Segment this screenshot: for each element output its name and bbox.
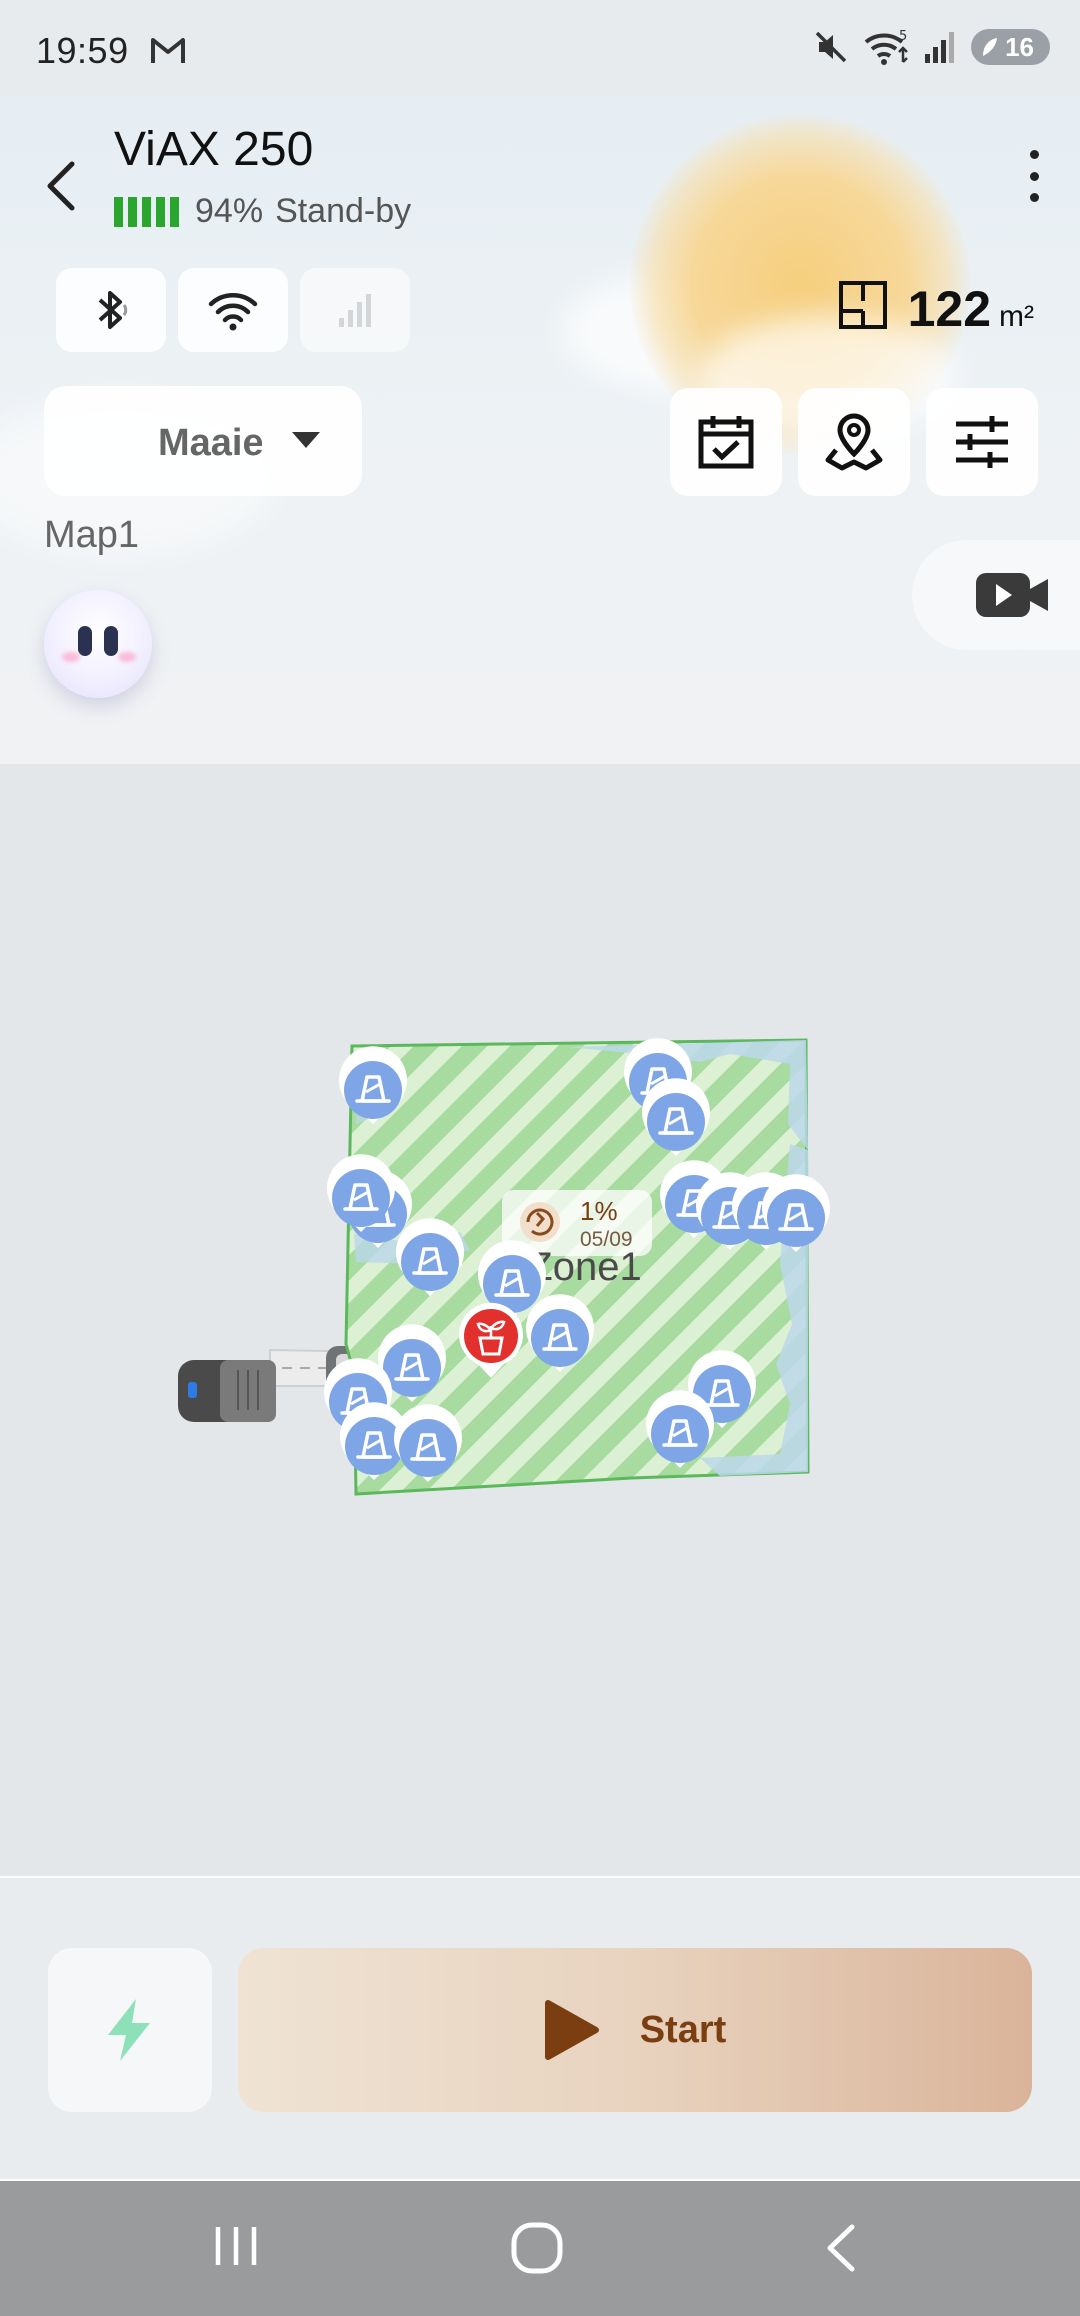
more-menu-icon[interactable] <box>1026 150 1042 202</box>
settings-button[interactable] <box>926 388 1038 496</box>
battery-bars-icon <box>114 196 179 227</box>
device-header: ViAX 250 94% Stand-by 122 m² Maaie Map1 <box>0 96 1080 764</box>
status-icons: 5 16 <box>813 28 1050 66</box>
cellular-signal-icon <box>339 294 371 327</box>
status-bar: 19:59 5 16 <box>0 0 1080 96</box>
zone-name: Zone1 <box>528 1245 641 1289</box>
control-panel: Start <box>0 1876 1080 2181</box>
gmail-icon <box>150 36 186 71</box>
mode-dropdown[interactable]: Maaie <box>44 386 362 496</box>
map-edit-button[interactable] <box>798 388 910 496</box>
map-pin-icon <box>825 413 883 471</box>
area-value: 122 <box>907 281 992 337</box>
lightning-icon <box>108 1999 150 2061</box>
mute-icon <box>815 31 847 63</box>
battery-row: 94% Stand-by <box>114 192 411 231</box>
status-time: 19:59 <box>36 30 129 71</box>
bluetooth-icon <box>98 291 128 329</box>
back-button[interactable] <box>36 146 92 222</box>
recent-apps-button[interactable] <box>212 2221 260 2276</box>
play-icon <box>544 2000 599 2060</box>
map-name: Map1 <box>44 514 140 556</box>
assistant-avatar[interactable] <box>44 590 152 698</box>
mowing-area: 122 m² <box>838 280 1034 338</box>
system-back-button[interactable] <box>818 2221 862 2280</box>
map-canvas[interactable]: 1% 05/09 Zone1 <box>0 764 1080 1876</box>
battery-icon: 16 <box>971 29 1050 65</box>
start-button[interactable]: Start <box>238 1948 1032 2112</box>
svg-text:5: 5 <box>899 29 907 44</box>
start-label: Start <box>639 2008 727 2051</box>
zone-progress: 1% <box>580 1196 618 1226</box>
wifi-icon <box>208 293 258 331</box>
bluetooth-button[interactable] <box>56 268 166 352</box>
device-status: Stand-by <box>275 192 412 230</box>
calendar-check-icon <box>698 416 754 469</box>
wifi-button[interactable] <box>178 268 288 352</box>
recent-apps-icon <box>215 2227 257 2265</box>
battery-level: 16 <box>1005 31 1034 62</box>
area-unit: m² <box>999 300 1034 333</box>
area-icon <box>838 281 887 329</box>
sliders-icon <box>956 416 1008 468</box>
video-camera-icon <box>976 573 1048 617</box>
system-nav-bar <box>0 2181 1080 2316</box>
mode-label: Maaie <box>158 422 262 464</box>
device-title: ViAX 250 <box>114 123 314 176</box>
back-arrow-icon <box>827 2224 855 2272</box>
home-icon <box>511 2222 563 2274</box>
home-button[interactable] <box>510 2221 564 2280</box>
chevron-down-icon <box>292 432 320 448</box>
recharge-button[interactable] <box>48 1948 212 2112</box>
chevron-left-icon <box>47 161 75 211</box>
schedule-button[interactable] <box>670 388 782 496</box>
signal-icon <box>925 32 955 63</box>
battery-percent: 94% <box>195 192 264 230</box>
lawn-map[interactable]: 1% 05/09 Zone1 <box>0 764 1080 1876</box>
camera-button[interactable] <box>912 540 1080 650</box>
wifi-icon: 5 <box>864 29 908 65</box>
cellular-button[interactable] <box>300 268 410 352</box>
